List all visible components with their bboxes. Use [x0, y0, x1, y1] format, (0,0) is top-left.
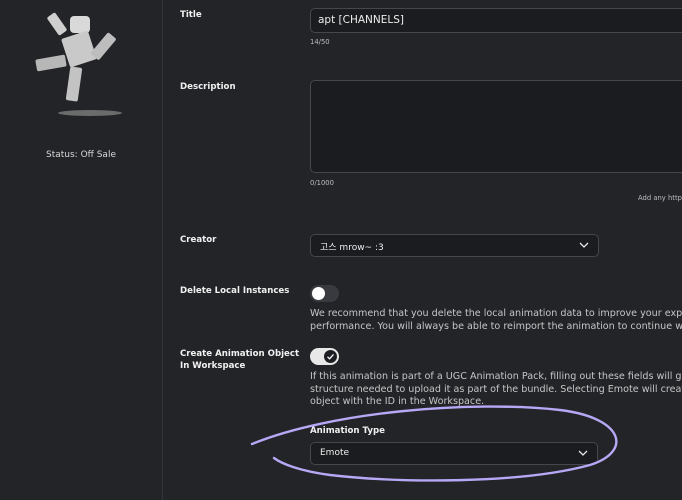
chevron-down-icon [578, 450, 588, 456]
sidebar: Status: Off Sale [0, 0, 163, 500]
status-text: Status: Off Sale [46, 150, 116, 160]
toggle-knob [312, 287, 325, 300]
help-line: performance. You will always be able to … [310, 320, 682, 332]
chevron-down-icon [579, 242, 589, 248]
check-icon [327, 353, 334, 360]
create-object-help: If this animation is part of a UGC Anima… [310, 371, 682, 409]
description-label: Description [180, 82, 236, 92]
title-counter: 14/50 [310, 38, 330, 46]
title-label: Title [180, 10, 202, 20]
help-line: If this animation is part of a UGC Anima… [310, 371, 682, 382]
animation-type-label: Animation Type [310, 426, 385, 436]
description-textarea[interactable] [310, 80, 682, 173]
animation-thumbnail [35, 12, 122, 116]
animation-type-value: Emote [320, 448, 350, 458]
creator-label: Creator [180, 235, 217, 245]
description-counter: 0/1000 [310, 179, 334, 187]
delete-local-toggle[interactable] [310, 285, 339, 302]
title-value: apt [CHANNELS] [318, 14, 405, 26]
create-object-toggle[interactable] [310, 348, 339, 365]
description-hint: Add any http [638, 194, 682, 202]
animation-type-select[interactable]: Emote [310, 442, 598, 465]
form-panel: Title apt [CHANNELS] 14/50 Description 0… [163, 0, 682, 500]
delete-local-help: We recommend that you delete the local a… [310, 308, 682, 333]
help-line: structure needed to upload it as part of… [310, 383, 682, 395]
delete-local-label: Delete Local Instances [180, 286, 290, 296]
help-line: object with the ID in the Workspace. [310, 396, 485, 407]
help-line: We recommend that you delete the local a… [310, 308, 682, 319]
title-input[interactable]: apt [CHANNELS] [310, 8, 682, 33]
creator-value: 고스 mrow~ :3 [320, 243, 384, 253]
creator-select[interactable]: 고스 mrow~ :3 [310, 234, 599, 257]
toggle-knob [324, 350, 337, 363]
create-object-label: Create Animation Object In Workspace [180, 349, 300, 371]
